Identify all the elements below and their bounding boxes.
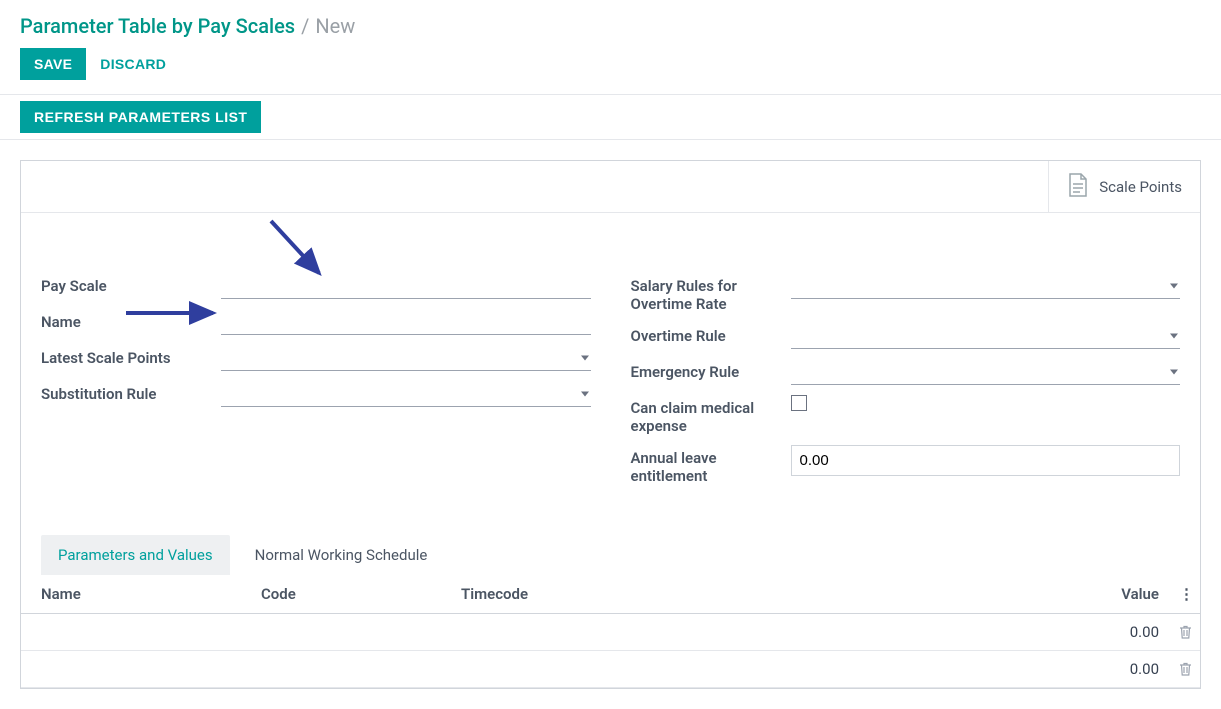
latest-scale-points-select[interactable] bbox=[221, 345, 591, 371]
substitution-rule-select[interactable] bbox=[221, 381, 591, 407]
discard-button[interactable]: DISCARD bbox=[100, 48, 166, 80]
tab-parameters-values[interactable]: Parameters and Values bbox=[41, 535, 230, 575]
name-input[interactable] bbox=[221, 309, 591, 335]
trash-icon[interactable] bbox=[1179, 625, 1194, 639]
breadcrumb-sep: / bbox=[301, 14, 309, 38]
overtime-rule-label: Overtime Rule bbox=[631, 323, 791, 345]
table-row[interactable]: 0.00 bbox=[21, 614, 1200, 651]
col-name[interactable]: Name bbox=[21, 575, 241, 614]
latest-scale-points-label: Latest Scale Points bbox=[41, 345, 221, 367]
cell-code[interactable] bbox=[241, 651, 441, 688]
breadcrumb-current: New bbox=[315, 14, 355, 38]
pay-scale-label: Pay Scale bbox=[41, 273, 221, 295]
substitution-rule-label: Substitution Rule bbox=[41, 381, 221, 403]
document-icon bbox=[1067, 172, 1089, 202]
emergency-rule-label: Emergency Rule bbox=[631, 359, 791, 381]
pay-scale-input[interactable] bbox=[221, 273, 591, 299]
cell-value[interactable]: 0.00 bbox=[1059, 651, 1179, 688]
annual-leave-input[interactable] bbox=[791, 445, 1181, 476]
col-timecode[interactable]: Timecode bbox=[441, 575, 1059, 614]
breadcrumb-root[interactable]: Parameter Table by Pay Scales bbox=[20, 14, 295, 38]
overtime-rule-select[interactable] bbox=[791, 323, 1181, 349]
can-claim-medical-label: Can claim medical expense bbox=[631, 395, 791, 435]
cell-name[interactable] bbox=[21, 614, 241, 651]
can-claim-medical-checkbox[interactable] bbox=[791, 395, 807, 411]
cell-code[interactable] bbox=[241, 614, 441, 651]
breadcrumb: Parameter Table by Pay Scales / New bbox=[20, 14, 1201, 38]
scale-points-button[interactable]: Scale Points bbox=[1048, 161, 1200, 212]
cell-value[interactable]: 0.00 bbox=[1059, 614, 1179, 651]
emergency-rule-select[interactable] bbox=[791, 359, 1181, 385]
tab-normal-working-schedule[interactable]: Normal Working Schedule bbox=[238, 535, 445, 575]
col-value[interactable]: Value bbox=[1059, 575, 1179, 614]
salary-rules-select[interactable] bbox=[791, 273, 1181, 299]
scale-points-label: Scale Points bbox=[1099, 178, 1182, 196]
name-label: Name bbox=[41, 309, 221, 331]
cell-timecode[interactable] bbox=[441, 614, 1059, 651]
salary-rules-label: Salary Rules for Overtime Rate bbox=[631, 273, 791, 313]
cell-name[interactable] bbox=[21, 651, 241, 688]
refresh-parameters-button[interactable]: REFRESH PARAMETERS LIST bbox=[20, 101, 261, 133]
annual-leave-label: Annual leave entitlement bbox=[631, 445, 791, 485]
table-row[interactable]: 0.00 bbox=[21, 651, 1200, 688]
save-button[interactable]: SAVE bbox=[20, 48, 86, 80]
col-code[interactable]: Code bbox=[241, 575, 441, 614]
columns-menu-icon[interactable]: ⋮ bbox=[1179, 575, 1200, 614]
cell-timecode[interactable] bbox=[441, 651, 1059, 688]
trash-icon[interactable] bbox=[1179, 662, 1194, 676]
